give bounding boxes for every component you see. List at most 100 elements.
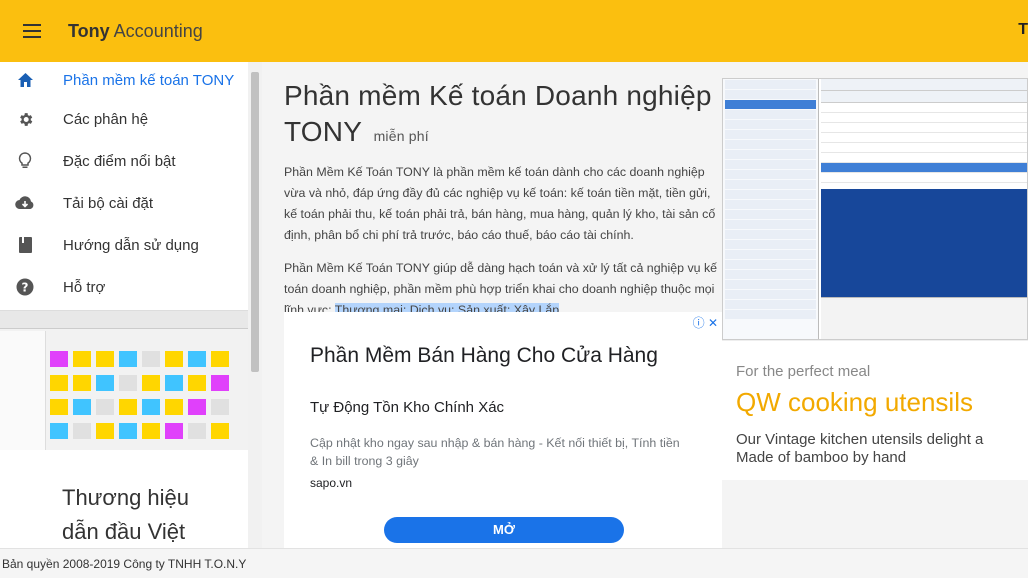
screenshot-menu-row — [725, 200, 816, 209]
screenshot-menu-row — [725, 90, 816, 99]
screenshot-table-row — [821, 163, 1027, 173]
intro-paragraph-1: Phần Mềm Kế Toán TONY là phần mềm kế toá… — [284, 165, 716, 242]
thumbnail-tile — [188, 375, 206, 391]
screenshot-menu-row — [725, 210, 816, 219]
thumbnail-tile — [211, 375, 229, 391]
copyright-text: Bản quyền 2008-2019 Công ty TNHH T.O.N.Y — [2, 557, 247, 571]
thumbnail-tile — [119, 351, 137, 367]
sidebar-nav: Phần mềm kế toán TONY Các phân hệ Đặc đi… — [0, 62, 262, 308]
intro-article: Phần mềm Kế toán Doanh nghiệp TONY miễn … — [284, 78, 722, 321]
thumbnail-tile — [50, 423, 68, 439]
ad-subheadline: Tự Động Tồn Kho Chính Xác — [310, 399, 505, 416]
software-screenshot-thumbnail — [0, 310, 248, 450]
title-brand: TONY — [284, 116, 362, 147]
sidebar-item-label: Đặc điểm nổi bật — [63, 152, 176, 170]
thumbnail-tile — [50, 351, 68, 367]
screenshot-menu-row — [725, 110, 816, 119]
thumbnail-tile — [142, 351, 160, 367]
thumbnail-tile — [188, 399, 206, 415]
sidebar-item-modules[interactable]: Các phân hệ — [0, 98, 262, 140]
page-title: Phần mềm Kế toán Doanh nghiệp TONY miễn … — [284, 78, 722, 154]
thumbnail-tile — [119, 375, 137, 391]
thumbnail-tile — [165, 399, 183, 415]
screenshot-menu-row — [725, 150, 816, 159]
slogan-line-2: dẫn đầu Việt — [62, 519, 186, 544]
ad2-kicker: For the perfect meal — [736, 363, 871, 380]
sponsored-ad-sapo[interactable]: ⓘ ✕ Phần Mềm Bán Hàng Cho Cửa Hàng Tự Độ… — [284, 312, 722, 548]
ad-domain[interactable]: sapo.vn — [310, 476, 352, 490]
title-line-1: Phần mềm Kế toán Doanh nghiệp — [284, 80, 712, 111]
sponsored-ad-utensils[interactable]: For the perfect meal QW cooking utensils… — [722, 340, 1028, 480]
sidebar-item-label: Hỗ trợ — [63, 278, 106, 296]
ad-close-icon[interactable]: ⓘ ✕ — [693, 314, 718, 331]
sidebar-item-label: Phần mềm kế toán TONY — [63, 71, 235, 89]
home-icon — [15, 70, 35, 90]
brand-title[interactable]: Tony Accounting — [68, 21, 203, 42]
sidebar-item-download[interactable]: Tải bộ cài đặt — [0, 182, 262, 224]
help-icon: ? — [15, 277, 35, 297]
thumbnail-tile — [73, 399, 91, 415]
scrollbar-thumb[interactable] — [251, 72, 259, 372]
screenshot-menu-panel — [723, 79, 819, 339]
thumbnail-tile — [188, 351, 206, 367]
thumbnail-tile — [73, 375, 91, 391]
accounting-app-screenshot — [722, 78, 1028, 340]
ad-open-button[interactable]: MỞ — [384, 517, 624, 543]
cloud-download-icon — [15, 193, 35, 213]
ad2-title[interactable]: QW cooking utensils — [736, 387, 973, 418]
thumbnail-tile — [211, 423, 229, 439]
ad-headline[interactable]: Phần Mềm Bán Hàng Cho Cửa Hàng — [310, 344, 658, 368]
thumbnail-tile — [142, 399, 160, 415]
sidebar-item-home[interactable]: Phần mềm kế toán TONY — [0, 62, 262, 98]
thumbnail-tile — [119, 423, 137, 439]
lightbulb-icon — [15, 151, 35, 171]
thumbnail-tile — [165, 375, 183, 391]
thumbnail-tile — [165, 423, 183, 439]
screenshot-menu-row — [725, 190, 816, 199]
sidebar: Phần mềm kế toán TONY Các phân hệ Đặc đi… — [0, 62, 262, 548]
thumbnail-tile — [165, 351, 183, 367]
thumbnail-tile — [96, 375, 114, 391]
screenshot-menu-row — [725, 140, 816, 149]
screenshot-menu-row — [725, 300, 816, 309]
thumbnail-tile — [96, 399, 114, 415]
screenshot-menu-row — [725, 80, 816, 89]
menu-icon[interactable] — [23, 24, 41, 38]
screenshot-table-row — [821, 133, 1027, 143]
sidebar-item-support[interactable]: ? Hỗ trợ — [0, 266, 262, 308]
gear-icon — [15, 109, 35, 129]
header-right-text: T — [1018, 21, 1028, 38]
app-header: Tony Accounting T — [0, 0, 1028, 62]
screenshot-menu-row — [725, 100, 816, 109]
screenshot-menu-row — [725, 130, 816, 139]
sidebar-item-features[interactable]: Đặc điểm nổi bật — [0, 140, 262, 182]
screenshot-menu-row — [725, 280, 816, 289]
thumbnail-tile — [50, 375, 68, 391]
screenshot-table-row — [821, 153, 1027, 163]
screenshot-menu-row — [725, 230, 816, 239]
brand-bold: Tony — [68, 20, 110, 41]
thumbnail-tile — [73, 423, 91, 439]
ad2-description: Our Vintage kitchen utensils delight a Ma… — [736, 431, 983, 467]
thumbnail-tile — [119, 399, 137, 415]
thumbnail-tile — [96, 423, 114, 439]
screenshot-menu-row — [725, 250, 816, 259]
thumbnail-tile — [96, 351, 114, 367]
screenshot-menu-row — [725, 310, 816, 319]
footer: Bản quyền 2008-2019 Công ty TNHH T.O.N.Y — [0, 548, 1028, 578]
screenshot-menu-row — [725, 290, 816, 299]
thumbnail-tile — [142, 375, 160, 391]
screenshot-menu-row — [725, 160, 816, 169]
screenshot-menu-row — [725, 260, 816, 269]
sidebar-item-label: Các phân hệ — [63, 110, 149, 128]
sidebar-item-guide[interactable]: Hướng dẫn sử dụng — [0, 224, 262, 266]
sidebar-item-label: Hướng dẫn sử dụng — [63, 236, 199, 254]
screenshot-table-row — [821, 113, 1027, 123]
ad2-desc-line-2: Made of bamboo by hand — [736, 449, 907, 466]
ad-description: Cập nhật kho ngay sau nhập & bán hàng - … — [310, 436, 680, 468]
main-content: Phần mềm Kế toán Doanh nghiệp TONY miễn … — [262, 62, 1028, 548]
book-icon — [15, 235, 35, 255]
screenshot-table-row — [821, 143, 1027, 153]
thumbnail-tile — [73, 351, 91, 367]
sidebar-scrollbar[interactable] — [248, 62, 262, 548]
